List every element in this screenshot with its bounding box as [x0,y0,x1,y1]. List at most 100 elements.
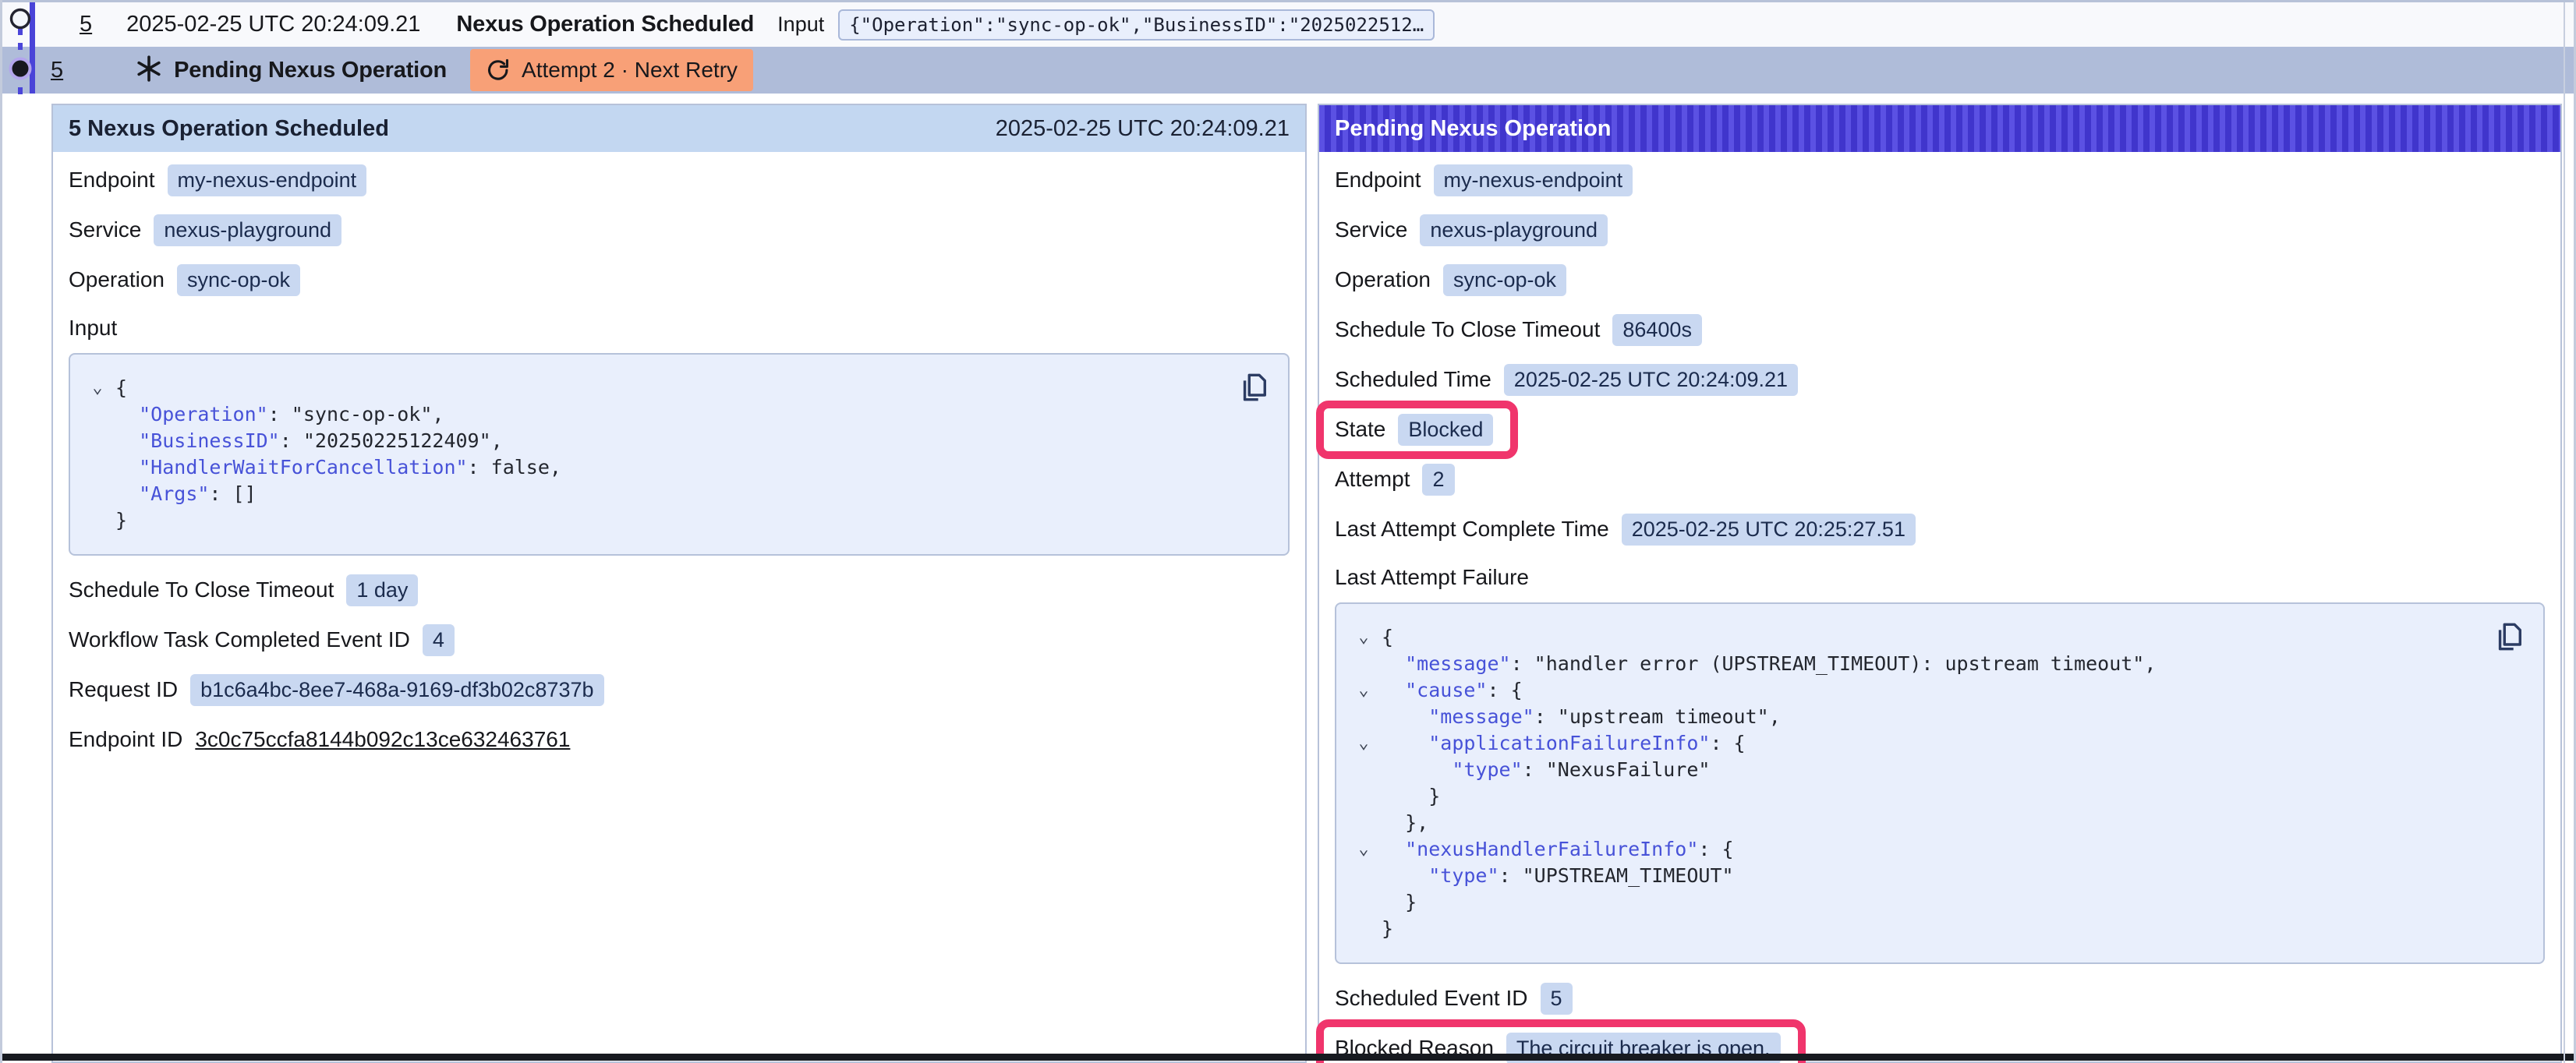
event-input-label: Input [777,12,824,37]
field-value-chip: nexus-playground [1420,214,1608,246]
field-value-chip: my-nexus-endpoint [168,164,367,196]
left-field-endpoint: Endpoint my-nexus-endpoint [69,163,1290,197]
field-value-link[interactable]: 3c0c75ccfa8144b092c13ce632463761 [195,727,570,752]
collapse-caret[interactable]: ⌄ [1346,677,1382,704]
field-label: Operation [69,267,165,292]
code-text: } [115,507,127,534]
right-field-service: Service nexus-playground [1335,213,2545,247]
event-title: Nexus Operation Scheduled [456,12,754,37]
code-text: "Operation": "sync-op-ok", [115,401,444,428]
window-border-top [0,0,2576,2]
left-panel-scheduled-event: 5 Nexus Operation Scheduled 2025-02-25 U… [51,104,1307,1063]
right-field-scheduled-time: Scheduled Time2025-02-25 UTC 20:24:09.21 [1335,362,2545,397]
field-label: Endpoint [1335,168,1421,192]
event-input-preview-chip: {"Operation":"sync-op-ok","BusinessID":"… [838,9,1435,41]
copy-button[interactable] [2493,620,2525,654]
code-line: "type": "UPSTREAM_TIMEOUT" [1346,863,2473,889]
code-text: } [1382,783,1440,810]
event-timestamp: 2025-02-25 UTC 20:24:09.21 [126,12,420,37]
left-field-endpoint-id: Endpoint ID3c0c75ccfa8144b092c13ce632463… [69,722,1290,757]
retry-icon [486,58,511,83]
failure-json-block: ⌄{ "message": "handler error (UPSTREAM_T… [1335,602,2545,964]
code-text: } [1382,916,1393,942]
code-text: "applicationFailureInfo": { [1382,730,1746,757]
field-label: Schedule To Close Timeout [69,577,334,602]
scrollbar-track[interactable] [2564,0,2565,1063]
code-line: ⌄ "applicationFailureInfo": { [1346,730,2473,757]
annotation-highlight: StateBlocked [1316,401,1518,459]
input-section-label: Input [69,313,1290,344]
copy-icon [2493,620,2525,654]
input-json-block: ⌄{ "Operation": "sync-op-ok", "BusinessI… [69,353,1290,556]
code-text: { [115,375,127,401]
field-value-chip: 1 day [346,574,418,606]
code-text: "type": "NexusFailure" [1382,757,1710,783]
right-panel-pending-operation: Pending Nexus Operation Endpoint my-nexus… [1318,104,2562,1063]
event-title: Pending Nexus Operation [174,58,447,83]
field-label: Service [1335,217,1407,242]
event-id-link[interactable]: 5 [51,58,63,83]
code-line: "BusinessID": "20250225122409", [80,428,1218,454]
field-value-chip: my-nexus-endpoint [1434,164,1633,196]
event-row-scheduled[interactable]: 5 2025-02-25 UTC 20:24:09.21 Nexus Opera… [2,2,2574,47]
code-line: ⌄ "cause": { [1346,677,2473,704]
code-text: "type": "UPSTREAM_TIMEOUT" [1382,863,1734,889]
left-field-schedule-to-close-timeout: Schedule To Close Timeout 1 day [69,573,1290,607]
caret-gutter [80,481,115,507]
code-text: "message": "handler error (UPSTREAM_TIME… [1382,651,2156,677]
left-panel-timestamp: 2025-02-25 UTC 20:24:09.21 [996,116,1290,142]
pending-asterisk-icon [135,55,163,87]
field-label: Last Attempt Complete Time [1335,517,1609,542]
code-line: } [1346,916,2473,942]
left-field-request-id: Request IDb1c6a4bc-8ee7-468a-9169-df3b02… [69,673,1290,707]
code-line: } [80,507,1218,534]
caret-gutter [1346,757,1382,783]
window-border-left [0,0,2,1063]
code-line: "type": "NexusFailure" [1346,757,2473,783]
caret-gutter [80,401,115,428]
field-label: Workflow Task Completed Event ID [69,627,410,652]
event-row-pending[interactable]: 5 Pending Nexus Operation Attempt 2 · Ne… [2,47,2574,94]
collapse-caret[interactable]: ⌄ [1346,836,1382,863]
field-label: Endpoint [69,168,155,192]
history-detail-window: 5 2025-02-25 UTC 20:24:09.21 Nexus Opera… [0,0,2576,1063]
event-node-filled-icon [7,55,34,86]
field-label: Attempt [1335,467,1410,492]
field-value-chip: nexus-playground [154,214,341,246]
code-text: "BusinessID": "20250225122409", [115,428,503,454]
caret-gutter [1346,783,1382,810]
field-value-chip: Blocked [1398,414,1493,446]
field-value-chip: 2 [1422,464,1454,496]
left-field-service: Servicenexus-playground [69,213,1290,247]
copy-button[interactable] [1238,370,1269,404]
caret-gutter [80,454,115,481]
caret-gutter [80,428,115,454]
right-panel-title: Pending Nexus Operation [1335,116,1612,142]
left-field-operation: Operation sync-op-ok [69,263,1290,297]
caret-gutter [80,507,115,534]
right-field-attempt: Attempt 2 [1335,462,2545,496]
right-panel-header: Pending Nexus Operation [1319,105,2560,152]
collapse-caret[interactable]: ⌄ [80,375,115,401]
collapse-caret[interactable]: ⌄ [1346,730,1382,757]
right-field-last-attempt-complete-time: Last Attempt Complete Time 2025-02-25 UTC… [1335,512,2545,546]
caret-gutter [1346,651,1382,677]
code-line: ⌄{ [80,375,1218,401]
bottom-window-edge [0,1054,2576,1061]
field-label: Request ID [69,677,178,702]
code-text: } [1382,889,1417,916]
code-line: "Operation": "sync-op-ok", [80,401,1218,428]
copy-icon [1238,370,1269,404]
event-node-open-icon [7,5,34,36]
collapse-caret[interactable]: ⌄ [1346,624,1382,651]
code-text: "cause": { [1382,677,1523,704]
event-id-link[interactable]: 5 [80,12,92,37]
code-line: "message": "handler error (UPSTREAM_TIME… [1346,651,2473,677]
field-value-chip: sync-op-ok [177,264,300,296]
right-field-endpoint: Endpoint my-nexus-endpoint [1335,163,2545,197]
field-value-chip: 2025-02-25 UTC 20:25:27.51 [1622,514,1916,546]
code-line: "HandlerWaitForCancellation": false, [80,454,1218,481]
code-line: "Args": [] [80,481,1218,507]
left-panel-header: 5 Nexus Operation Scheduled 2025-02-25 U… [53,105,1305,152]
field-label: Scheduled Time [1335,367,1491,392]
